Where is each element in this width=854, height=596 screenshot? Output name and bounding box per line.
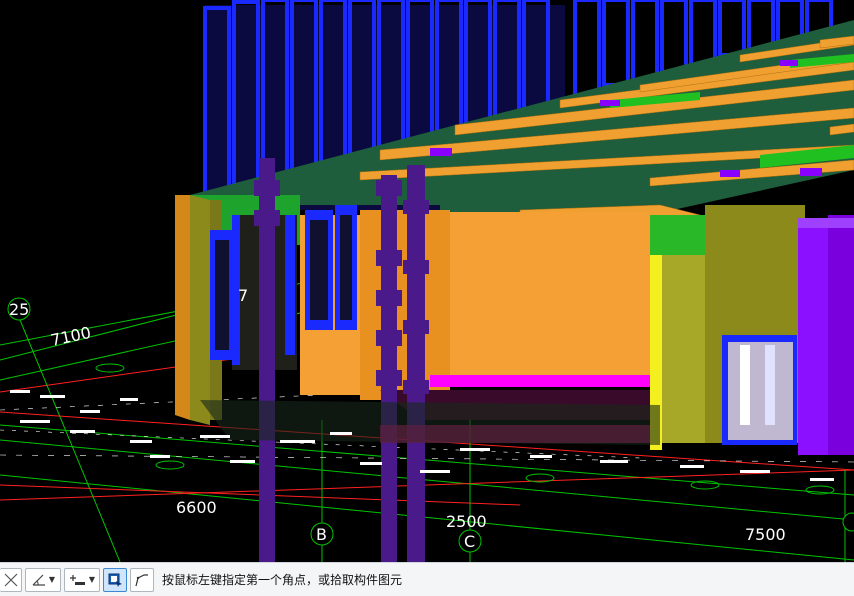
purple-column-box [798, 215, 854, 455]
polyline-icon [134, 572, 150, 588]
axis-label-25: 25 [9, 300, 29, 319]
axis-label-c: C [464, 532, 475, 551]
building-model-scene[interactable]: 7100 6600 2500 7500 7 25 B C [0, 0, 854, 562]
3d-model-viewport[interactable]: 7100 6600 2500 7500 7 25 B C [0, 0, 854, 562]
close-icon [4, 573, 18, 587]
chevron-down-icon: ▼ [48, 575, 56, 584]
select-box-button[interactable] [103, 567, 127, 592]
dimension-7500: 7500 [745, 525, 786, 544]
chevron-down-icon: ▼ [88, 575, 96, 584]
status-bar: ▼ ▼ 按鼠标左键指定第一个角点，或拾取构件图元 [0, 562, 854, 596]
snap-point-icon [69, 573, 87, 587]
status-message: 按鼠标左键指定第一个角点，或拾取构件图元 [162, 573, 403, 587]
middle-windows [232, 205, 360, 395]
right-wall [650, 205, 805, 450]
snap-point-dropdown-button[interactable]: ▼ [64, 567, 100, 592]
polyline-button[interactable] [130, 567, 154, 592]
dimension-7-partial: 7 [238, 286, 248, 305]
dimension-6600: 6600 [176, 498, 217, 517]
select-box-icon [107, 572, 123, 588]
axis-label-b: B [316, 525, 327, 544]
angle-icon [31, 573, 47, 587]
angle-dropdown-button[interactable]: ▼ [25, 567, 61, 592]
cancel-button[interactable] [0, 567, 22, 592]
dimension-7100: 7100 [49, 323, 93, 350]
dimension-2500: 2500 [446, 512, 487, 531]
